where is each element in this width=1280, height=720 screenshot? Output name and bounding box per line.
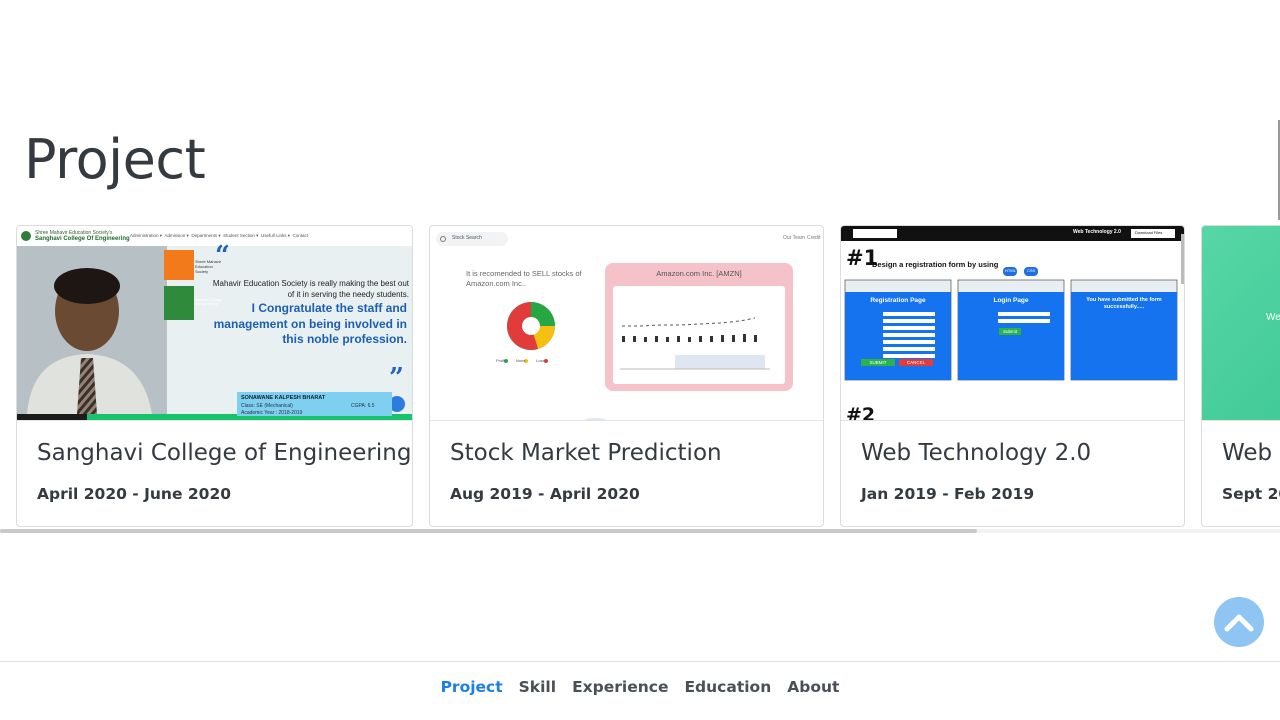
- thumb-student-name: SONAWANE KALPESH BHARAT: [241, 395, 326, 401]
- thumb-advice: It is recomended to SELL stocks of Amazo…: [466, 269, 582, 288]
- svg-text:”: ”: [389, 363, 404, 393]
- thumb-panel-registration: Registration Page: [870, 297, 926, 304]
- thumb-quote: Mahavir Education Society is really maki…: [212, 279, 409, 299]
- thumb-student-class: Class: SE (Mechanical): [241, 403, 293, 409]
- chevron-up-icon: [1224, 614, 1254, 632]
- project-title: Stock Market Prediction: [450, 440, 722, 466]
- project-dates: April 2020 - June 2020: [37, 485, 232, 503]
- thumb-download: Download Files: [1135, 230, 1163, 235]
- project-title: Web: [1222, 440, 1273, 466]
- thumb-panel-login: Login Page: [993, 297, 1029, 304]
- thumb-legend-loss: Loss: [536, 358, 545, 363]
- project-dates: Jan 2019 - Feb 2019: [861, 485, 1035, 503]
- thumb-legend-none: None: [516, 358, 526, 363]
- thumb-header-name: Sanghavi College Of Engineering: [35, 236, 130, 242]
- project-card-web[interactable]: Web Web Sept 20: [1201, 225, 1280, 527]
- project-carousel[interactable]: “ ” Shree Mahavir Education Society's Sa…: [0, 225, 1280, 527]
- thumb-chart-title: Amazon.com Inc. [AMZN]: [656, 269, 742, 278]
- nav-link-project[interactable]: Project: [441, 678, 503, 696]
- thumb-nav-team: Our Team: [783, 235, 805, 241]
- project-card-stock[interactable]: Stock Search Our Team Credit It is recom…: [429, 225, 824, 527]
- project-thumbnail[interactable]: Web: [1202, 226, 1280, 421]
- page-title: Project: [24, 128, 206, 191]
- project-thumbnail[interactable]: “ ” Shree Mahavir Education Society's Sa…: [17, 226, 412, 421]
- thumb-cancel: CANCEL: [906, 360, 926, 365]
- nav-link-education[interactable]: Education: [684, 678, 771, 696]
- project-thumbnail[interactable]: Stock Search Our Team Credit It is recom…: [430, 226, 823, 421]
- footer-nav: Project Skill Experience Education About: [0, 678, 1280, 696]
- carousel-scroll-thumb[interactable]: [0, 529, 977, 533]
- nav-link-skill[interactable]: Skill: [519, 678, 556, 696]
- thumb-tag-css: CSS: [1027, 268, 1036, 273]
- thumb-web-text: Web: [1266, 312, 1280, 323]
- thumb-submit: SUBMIT: [869, 360, 887, 365]
- thumb-logo-text: Shree Mahavir Education Society: [195, 259, 222, 274]
- stock-screenshot: [436, 232, 793, 420]
- thumb-student-year: Academic Year : 2018-2019: [241, 410, 303, 416]
- project-dates: Aug 2019 - April 2020: [450, 485, 640, 503]
- project-thumbnail[interactable]: Web Technology 2.0 Download Files #1 Des…: [841, 226, 1184, 421]
- project-card-sanghavi[interactable]: “ ” Shree Mahavir Education Society's Sa…: [16, 225, 413, 527]
- thumb-next-num: #2: [846, 404, 876, 421]
- webtech-screenshot: [841, 226, 1184, 381]
- project-title: Sanghavi College of Engineering: [37, 440, 412, 466]
- thumb-login-submit: Submit: [1002, 329, 1017, 334]
- thumb-legend-profit: Profit: [496, 358, 506, 363]
- thumb-panel-submitted: You have submitted the form successfully…: [1086, 297, 1162, 310]
- project-card-webtech[interactable]: Web Technology 2.0 Download Files #1 Des…: [840, 225, 1185, 527]
- nav-link-experience[interactable]: Experience: [572, 678, 668, 696]
- thumb-tag-html: HTML: [1005, 268, 1016, 273]
- carousel-scrollbar[interactable]: [0, 529, 1280, 533]
- thumb-brand: Web Technology 2.0: [1073, 229, 1121, 235]
- thumb-heading: Design a registration form by using: [872, 260, 999, 269]
- thumb-nav-credit: Credit: [807, 235, 821, 241]
- nav-link-about[interactable]: About: [787, 678, 839, 696]
- project-title: Web Technology 2.0: [861, 440, 1092, 466]
- project-dates: Sept 20: [1222, 485, 1280, 503]
- back-to-top-button[interactable]: [1214, 597, 1264, 647]
- thumb-student-cgpa: CGPA: 6.5: [351, 403, 375, 409]
- thumb-search: Stock Search: [452, 235, 482, 241]
- thumb-quote-big: I Congratulate the staff and management …: [213, 301, 407, 346]
- footer-divider: [0, 661, 1280, 662]
- thumb-menu: Administration ▾ Admission ▾ Departments…: [130, 233, 309, 238]
